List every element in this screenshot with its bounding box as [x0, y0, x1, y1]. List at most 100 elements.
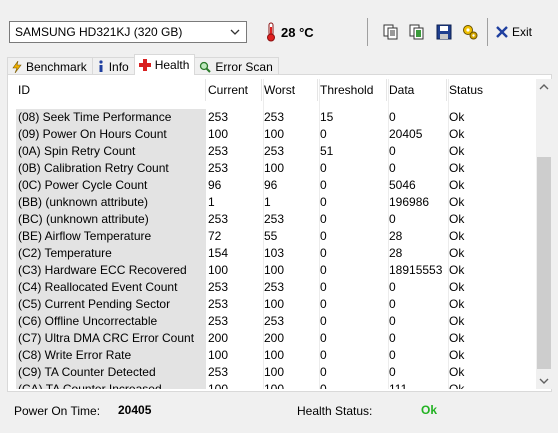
column-header[interactable]: Current	[206, 79, 262, 101]
table-row[interactable]: (BE) Airflow Temperature 72 55 0 28 Ok	[16, 228, 536, 245]
attribute-id-cell: (BE) Airflow Temperature	[16, 228, 206, 245]
threshold-cell: 0	[320, 246, 327, 260]
status-footer: Power On Time: 20405 Health Status: Ok	[0, 397, 558, 427]
copy-button[interactable]	[379, 20, 403, 44]
data-cell: 0	[389, 110, 396, 124]
threshold-cell: 0	[320, 297, 327, 311]
drive-select[interactable]: SAMSUNG HD321KJ (320 GB)	[9, 21, 247, 43]
status-cell: Ok	[449, 280, 465, 294]
scroll-down-arrow[interactable]	[536, 373, 552, 389]
copy-all-button[interactable]	[405, 20, 429, 44]
worst-cell: 100	[264, 297, 285, 311]
status-cell: Ok	[449, 348, 465, 362]
threshold-cell: 0	[320, 161, 327, 175]
data-cell: 18915553	[389, 263, 443, 277]
tab-info[interactable]: Info	[91, 57, 135, 75]
vertical-scrollbar[interactable]	[536, 79, 552, 389]
threshold-cell: 0	[320, 127, 327, 141]
worst-cell: 100	[264, 161, 285, 175]
threshold-cell: 0	[320, 365, 327, 379]
attribute-id-cell: (0B) Calibration Retry Count	[16, 160, 206, 177]
chevron-down-icon	[539, 378, 549, 384]
table-row[interactable]: (0C) Power Cycle Count 96 96 0 5046 Ok	[16, 177, 536, 194]
table-row[interactable]: (C2) Temperature 154 103 0 28 Ok	[16, 245, 536, 262]
table-row[interactable]: (BC) (unknown attribute) 253 253 0 0 Ok	[16, 211, 536, 228]
table-row[interactable]: (0A) Spin Retry Count 253 253 51 0 Ok	[16, 143, 536, 160]
current-cell: 253	[208, 280, 229, 294]
worst-cell: 100	[264, 365, 285, 379]
tab-benchmark[interactable]: Benchmark	[7, 57, 93, 75]
tab-health[interactable]: Health	[133, 54, 196, 75]
table-row[interactable]: (08) Seek Time Performance 253 253 15 0 Ok	[16, 109, 536, 126]
table-row[interactable]: (C9) TA Counter Detected 253 100 0 0 Ok	[16, 364, 536, 381]
current-cell: 253	[208, 110, 229, 124]
worst-cell: 103	[264, 246, 285, 260]
worst-cell: 200	[264, 331, 285, 345]
status-cell: Ok	[449, 331, 465, 345]
table-row[interactable]: (0B) Calibration Retry Count 253 100 0 0 Ok	[16, 160, 536, 177]
scroll-thumb[interactable]	[537, 157, 551, 369]
table-row[interactable]: (C7) Ultra DMA CRC Error Count 200 200 0 0 Ok	[16, 330, 536, 347]
table-row[interactable]: (09) Power On Hours Count 100 100 0 20405 Ok	[16, 126, 536, 143]
status-cell: Ok	[449, 212, 465, 226]
save-button[interactable]	[432, 20, 456, 44]
data-cell: 0	[389, 161, 396, 175]
attribute-id-cell: (C3) Hardware ECC Recovered	[16, 262, 206, 279]
tab-error-scan[interactable]: Error Scan	[194, 57, 279, 75]
attribute-id-cell: (C8) Write Error Rate	[16, 347, 206, 364]
tab-label: Benchmark	[26, 59, 87, 74]
status-cell: Ok	[449, 161, 465, 175]
data-cell: 0	[389, 365, 396, 379]
worst-cell: 100	[264, 127, 285, 141]
data-cell: 0	[389, 297, 396, 311]
data-cell: 0	[389, 212, 396, 226]
power-on-time-label: Power On Time:	[14, 404, 101, 418]
table-row[interactable]: (BB) (unknown attribute) 1 1 0 196986 Ok	[16, 194, 536, 211]
temperature-display: 28 °C	[265, 21, 314, 43]
current-cell: 253	[208, 212, 229, 226]
threshold-cell: 15	[320, 110, 334, 124]
scroll-up-arrow[interactable]	[536, 79, 552, 95]
status-cell: Ok	[449, 144, 465, 158]
status-cell: Ok	[449, 110, 465, 124]
table-row[interactable]: (C6) Offline Uncorrectable 253 253 0 0 Ok	[16, 313, 536, 330]
attribute-id-cell: (CA) TA Counter Increased	[16, 381, 206, 389]
column-header[interactable]: Status	[447, 79, 504, 101]
column-header[interactable]: ID	[16, 79, 206, 101]
status-cell: Ok	[449, 195, 465, 209]
table-row[interactable]: (C5) Current Pending Sector 253 100 0 0 Ok	[16, 296, 536, 313]
table-row[interactable]: (CA) TA Counter Increased 100 100 0 111 Ok	[16, 381, 536, 389]
column-header[interactable]: Threshold	[318, 79, 387, 101]
status-cell: Ok	[449, 246, 465, 260]
chevron-up-icon	[539, 84, 549, 90]
smart-attributes-table[interactable]: ID Current Worst Threshold Data Status (…	[16, 79, 536, 389]
worst-cell: 253	[264, 314, 285, 328]
column-header[interactable]: Worst	[262, 79, 318, 101]
table-header: ID Current Worst Threshold Data Status	[16, 79, 536, 101]
worst-cell: 253	[264, 144, 285, 158]
exit-icon	[496, 26, 508, 38]
table-row[interactable]: (C8) Write Error Rate 100 100 0 0 Ok	[16, 347, 536, 364]
worst-cell: 253	[264, 212, 285, 226]
current-cell: 253	[208, 365, 229, 379]
worst-cell: 253	[264, 110, 285, 124]
threshold-cell: 0	[320, 331, 327, 345]
toolbar-separator	[487, 18, 488, 46]
data-cell: 0	[389, 348, 396, 362]
table-row[interactable]: (C3) Hardware ECC Recovered 100 100 0 189155…	[16, 262, 536, 279]
attribute-id-cell: (BC) (unknown attribute)	[16, 211, 206, 228]
status-cell: Ok	[449, 127, 465, 141]
power-on-time-value: 20405	[118, 403, 152, 417]
column-header[interactable]: Data	[387, 79, 447, 101]
worst-cell: 100	[264, 348, 285, 362]
attribute-id-cell: (C4) Reallocated Event Count	[16, 279, 206, 296]
health-icon	[138, 59, 151, 71]
threshold-cell: 0	[320, 382, 327, 389]
current-cell: 72	[208, 229, 222, 243]
exit-button[interactable]: Exit	[495, 20, 532, 44]
settings-button[interactable]	[458, 20, 482, 44]
data-cell: 111	[389, 382, 408, 389]
error-scan-icon	[200, 61, 212, 73]
tab-label: Error Scan	[215, 59, 273, 74]
table-row[interactable]: (C4) Reallocated Event Count 253 253 0 0 Ok	[16, 279, 536, 296]
